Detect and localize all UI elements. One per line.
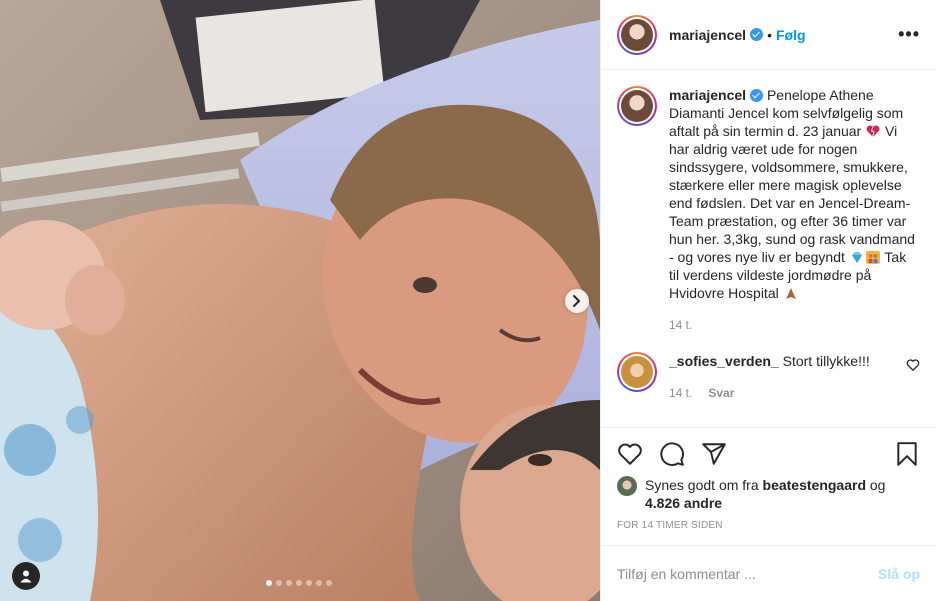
post-actions: Synes godt om fra beatestengaard og 4.82… <box>601 427 936 545</box>
likes-count[interactable]: 4.826 andre <box>645 495 722 511</box>
caption: mariajencel Penelope Athene Diamanti Jen… <box>617 86 920 334</box>
carousel-dot <box>296 580 302 586</box>
comment-username[interactable]: _sofies_verden_ <box>669 353 779 369</box>
verified-badge-icon <box>750 28 764 41</box>
carousel-dot <box>266 580 272 586</box>
post-timestamp[interactable]: FOR 14 TIMER SIDEN <box>617 520 920 531</box>
verified-badge-icon <box>750 89 764 102</box>
likes-joiner: og <box>869 477 886 493</box>
liker-username[interactable]: beatestengaard <box>763 477 866 493</box>
action-icons <box>617 434 920 474</box>
more-options-icon[interactable]: ••• <box>898 24 920 45</box>
next-image-button[interactable] <box>565 289 589 313</box>
caption-meta: 14 t. <box>669 316 920 334</box>
post-header: mariajencel • Følg ••• <box>601 0 936 70</box>
commenter-avatar[interactable] <box>617 352 657 392</box>
caption-text-2: Vi har aldrig været ude for nogen sindss… <box>669 123 915 265</box>
gem-emoji-icon <box>851 252 862 263</box>
comment-input[interactable] <box>617 565 878 582</box>
post-comment-button[interactable]: Slå op <box>878 566 920 582</box>
share-send-icon[interactable] <box>701 441 727 467</box>
comment-item: _sofies_verden_ Stort tillykke!!! 14 t. … <box>617 352 920 402</box>
tagged-users-button[interactable] <box>12 562 40 590</box>
caption-avatar[interactable] <box>617 86 657 126</box>
carousel-dot <box>326 580 332 586</box>
liker-avatar[interactable] <box>617 476 637 496</box>
photo-illustration <box>0 0 600 601</box>
reply-button[interactable]: Svar <box>708 384 734 402</box>
follow-button[interactable]: Følg <box>776 27 806 43</box>
carousel-dot <box>316 580 322 586</box>
likes-summary: Synes godt om fra beatestengaard og 4.82… <box>617 476 920 512</box>
caption-time[interactable]: 14 t. <box>669 316 692 334</box>
author-avatar[interactable] <box>617 14 657 55</box>
author-username[interactable]: mariajencel <box>669 27 746 43</box>
couple-emoji-icon <box>865 251 880 264</box>
chevron-right-icon <box>573 295 580 307</box>
likes-prefix: Synes godt om fra <box>645 477 759 493</box>
comment-text: Stort tillykke!!! <box>782 353 870 369</box>
like-comment-heart-icon[interactable] <box>906 358 920 372</box>
broken-heart-emoji-icon <box>866 125 880 138</box>
caption-username[interactable]: mariajencel <box>669 87 746 103</box>
add-comment-bar: Slå op <box>601 545 936 601</box>
comment-time[interactable]: 14 t. <box>669 384 692 402</box>
post-dialog: mariajencel • Følg ••• mariajencel Penel… <box>0 0 936 601</box>
separator-dot: • <box>767 26 772 43</box>
carousel-dot <box>306 580 312 586</box>
comment-bubble-icon[interactable] <box>659 441 685 467</box>
post-image[interactable] <box>0 0 600 601</box>
carousel-indicator <box>266 580 332 586</box>
comment-meta: 14 t. Svar <box>669 384 898 402</box>
praying-hands-emoji-icon <box>785 288 796 299</box>
carousel-dot <box>286 580 292 586</box>
carousel-dot <box>276 580 282 586</box>
like-heart-icon[interactable] <box>617 441 643 467</box>
save-bookmark-icon[interactable] <box>894 441 920 467</box>
user-icon <box>20 570 32 583</box>
comments-section: mariajencel Penelope Athene Diamanti Jen… <box>601 70 936 427</box>
post-side-panel: mariajencel • Følg ••• mariajencel Penel… <box>600 0 936 601</box>
